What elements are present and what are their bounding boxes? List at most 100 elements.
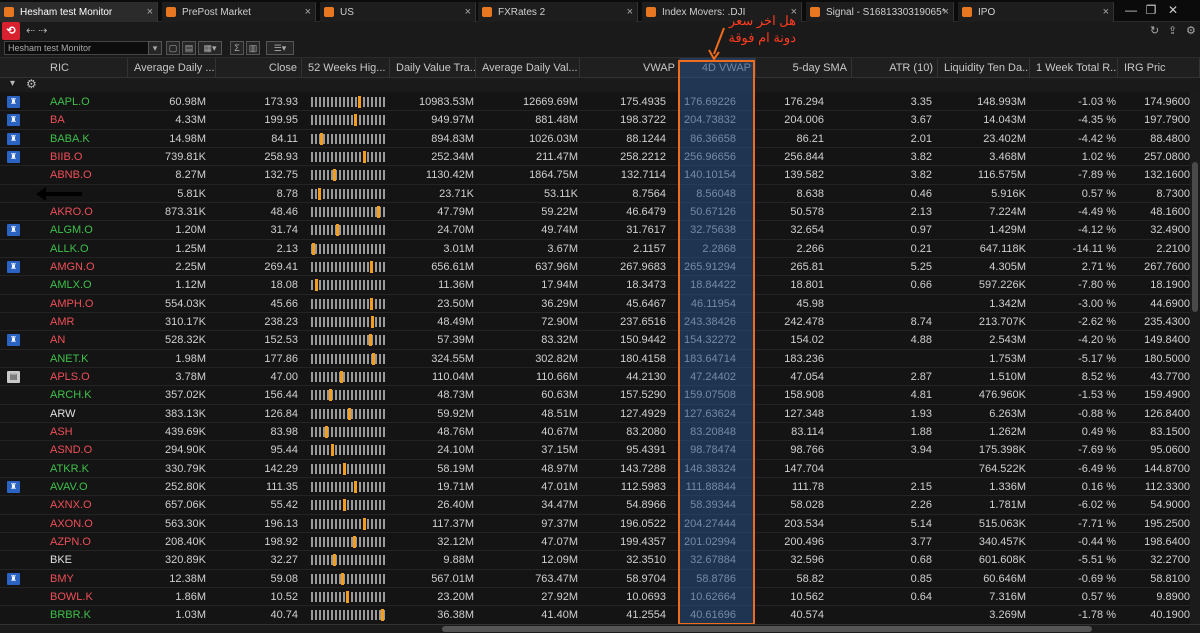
column-header-1[interactable]: RIC <box>46 58 128 78</box>
tab-1[interactable]: Hesham test Monitor × <box>0 2 158 22</box>
financials-icon[interactable]: ♜ <box>7 480 20 493</box>
table-row[interactable]: ♜ AN 528.32K 152.53 57.39M 83.32M 150.9442 154.… <box>0 331 1190 350</box>
view-icon[interactable]: ▦▾ <box>198 41 222 55</box>
table-row[interactable]: BRBR.K 1.03M 40.74 36.38M 41.40M 41.2554 40.61… <box>0 606 1190 625</box>
table-row[interactable]: ▤ APLS.O 3.78M 47.00 110.04M 110.66M 44.2130 47… <box>0 367 1190 387</box>
tab-2[interactable]: PrePost Market × <box>162 2 316 22</box>
ric-code[interactable]: AN <box>50 331 128 349</box>
table-row[interactable]: BOWL.K 1.86M 10.52 23.20M 27.92M 10.0693 10.62… <box>0 587 1190 607</box>
share-icon[interactable]: ⇪ <box>1168 24 1177 37</box>
ric-code[interactable]: BKE <box>50 551 128 569</box>
tab-4[interactable]: FXRates 2 × <box>478 2 638 22</box>
dropdown-chevron-icon[interactable]: ▾ <box>148 41 162 55</box>
column-header-11[interactable]: Liquidity Ten Da... <box>940 58 1030 78</box>
link-icon[interactable]: ⟲ <box>2 22 20 40</box>
table-row[interactable]: AMPH.O 554.03K 45.66 23.50M 36.29M 45.6467 46.… <box>0 294 1190 313</box>
column-header-10[interactable]: ATR (10) <box>852 58 938 78</box>
monitor-select[interactable]: Hesham test Monitor <box>4 41 160 55</box>
horizontal-scrollbar[interactable] <box>0 624 1200 633</box>
ric-code[interactable]: AZPN.O <box>50 533 128 551</box>
table-row[interactable]: ANET.K 1.98M 177.86 324.55M 302.82M 180.4158 1… <box>0 349 1190 368</box>
refresh-icon[interactable]: ↻ <box>1150 24 1159 37</box>
table-row[interactable]: AXON.O 563.30K 196.13 117.37M 97.37M 196.0522… <box>0 514 1190 533</box>
table-row[interactable]: BKE 320.89K 32.27 9.88M 12.09M 32.3510 32.6788… <box>0 551 1190 570</box>
table-row[interactable]: AMR 310.17K 238.23 48.49M 72.90M 237.6516 243.… <box>0 312 1190 332</box>
financials-icon[interactable]: ♜ <box>7 132 20 145</box>
tab-3[interactable]: US × <box>320 2 476 22</box>
ric-code[interactable]: BOWL.K <box>50 588 128 606</box>
financials-icon[interactable]: ♜ <box>7 224 20 237</box>
table-row[interactable]: ASND.O 294.90K 95.44 24.10M 37.15M 95.4391 98.… <box>0 441 1190 460</box>
column-header-5[interactable]: Daily Value Tra... <box>392 58 476 78</box>
ric-code[interactable]: AAPL.O <box>50 93 128 111</box>
settings-icon[interactable]: ⚙ <box>1186 24 1196 37</box>
restore-icon[interactable]: ❐ <box>1144 3 1158 17</box>
open-icon[interactable]: ▤ <box>182 41 196 55</box>
ric-code[interactable]: APLS.O <box>50 368 128 386</box>
close-icon[interactable]: × <box>305 6 311 18</box>
ric-code[interactable]: ALGM.O <box>50 221 128 239</box>
table-row[interactable]: ♜ AAPL.O 60.98M 173.93 10983.53M 12669.69M 175… <box>0 93 1190 112</box>
table-row[interactable]: AXNX.O 657.06K 55.42 26.40M 34.47M 54.8966 58.… <box>0 496 1190 515</box>
financials-icon[interactable]: ♜ <box>7 96 20 108</box>
table-row[interactable]: ATKR.K 330.79K 142.29 58.19M 48.97M 143.7288 1… <box>0 459 1190 478</box>
table-row[interactable]: ARCH.K 357.02K 156.44 48.73M 60.63M 157.5290 1… <box>0 386 1190 405</box>
ric-code[interactable]: BABA.K <box>50 130 128 148</box>
column-header-2[interactable]: Average Daily ... <box>130 58 216 78</box>
table-row[interactable]: ♜ AMGN.O 2.25M 269.41 656.61M 637.96M 267.9683… <box>0 257 1190 277</box>
ric-code[interactable]: AMPH.O <box>50 295 128 313</box>
table-row[interactable]: ASH 439.69K 83.98 48.76M 40.67M 83.2080 83.208… <box>0 422 1190 442</box>
column-header-6[interactable]: Average Daily Val... <box>478 58 580 78</box>
close-window-icon[interactable]: ✕ <box>1166 3 1180 17</box>
settings-gear-icon[interactable]: ⚙ <box>26 77 37 91</box>
table-row[interactable]: ♜ ALGM.O 1.20M 31.74 24.70M 49.74M 31.7617 32.7… <box>0 221 1190 240</box>
table-row[interactable]: ALLK.O 1.25M 2.13 3.01M 3.67M 2.1157 2.2868 2.2… <box>0 239 1190 258</box>
column-header-4[interactable]: 52 Weeks Hig... <box>304 58 390 78</box>
table-row[interactable]: ♜ AVAV.O 252.80K 111.35 19.71M 47.01M 112.5983… <box>0 477 1190 497</box>
financials-icon[interactable]: ♜ <box>7 150 20 163</box>
column-header-12[interactable]: 1 Week Total R... <box>1032 58 1118 78</box>
ric-code[interactable]: AXNX.O <box>50 496 128 514</box>
table-row[interactable]: AZPN.O 208.40K 198.92 32.12M 47.07M 199.4357 2… <box>0 532 1190 552</box>
table-row[interactable]: AMLX.O 1.12M 18.08 11.36M 17.94M 18.3473 18.84… <box>0 276 1190 295</box>
news-icon[interactable]: ▤ <box>7 370 20 383</box>
table-row[interactable]: ♜ BABA.K 14.98M 84.11 894.83M 1026.03M 88.1244… <box>0 129 1190 148</box>
close-icon[interactable]: × <box>1103 6 1109 18</box>
close-icon[interactable]: × <box>147 6 153 18</box>
ric-code[interactable]: BIIB.O <box>50 148 128 166</box>
column-header-13[interactable]: IRG Pric <box>1120 58 1200 78</box>
column-header-9[interactable]: 5-day SMA <box>756 58 852 78</box>
financials-icon[interactable]: ♜ <box>7 334 20 347</box>
table-row[interactable]: ♜ BMY 12.38M 59.08 567.01M 763.47M 58.9704 58.8… <box>0 569 1190 588</box>
ric-code[interactable]: AMR <box>50 313 128 331</box>
ric-code[interactable]: ARW <box>50 405 128 423</box>
table-row[interactable]: ARW 383.13K 126.84 59.92M 48.51M 127.4929 127.… <box>0 404 1190 423</box>
new-icon[interactable]: ▢ <box>166 41 180 55</box>
ric-code[interactable]: ARCH.K <box>50 386 128 404</box>
ric-code[interactable]: BA <box>50 111 128 129</box>
ric-code[interactable]: AMGN.O <box>50 258 128 276</box>
table-row[interactable]: ♜ BIIB.O 739.81K 258.93 252.34M 211.47M 258.22… <box>0 147 1190 167</box>
ric-code[interactable]: BRBR.K <box>50 606 128 624</box>
close-icon[interactable]: × <box>943 6 949 18</box>
ric-code[interactable]: ASND.O <box>50 441 128 459</box>
column-header-3[interactable]: Close <box>218 58 302 78</box>
sum-icon[interactable]: Σ <box>230 41 244 55</box>
tab-6[interactable]: Signal - S1681330319065* × <box>806 2 954 22</box>
vertical-scrollbar[interactable] <box>1190 92 1200 624</box>
ric-code[interactable]: AKRO.O <box>50 203 128 221</box>
close-icon[interactable]: × <box>627 6 633 18</box>
ric-code[interactable]: AXON.O <box>50 515 128 533</box>
table-row[interactable]: ♜ BA 4.33M 199.95 949.97M 881.48M 198.3722 204.… <box>0 111 1190 130</box>
ric-code[interactable]: ATKR.K <box>50 460 128 478</box>
layout-icon[interactable]: ☰▾ <box>266 41 294 55</box>
collapse-icon[interactable]: ▾ <box>10 78 15 89</box>
horizontal-scroll-thumb[interactable] <box>442 626 1092 632</box>
back-forward-arrows-icon[interactable]: ⇠ ⇢ <box>26 24 48 37</box>
ric-code[interactable]: ANET.K <box>50 350 128 368</box>
financials-icon[interactable]: ♜ <box>7 114 20 127</box>
financials-icon[interactable]: ♜ <box>7 260 20 273</box>
ric-code[interactable]: BMY <box>50 570 128 588</box>
ric-code[interactable]: AMLX.O <box>50 276 128 294</box>
ric-code[interactable]: ABNB.O <box>50 166 128 184</box>
